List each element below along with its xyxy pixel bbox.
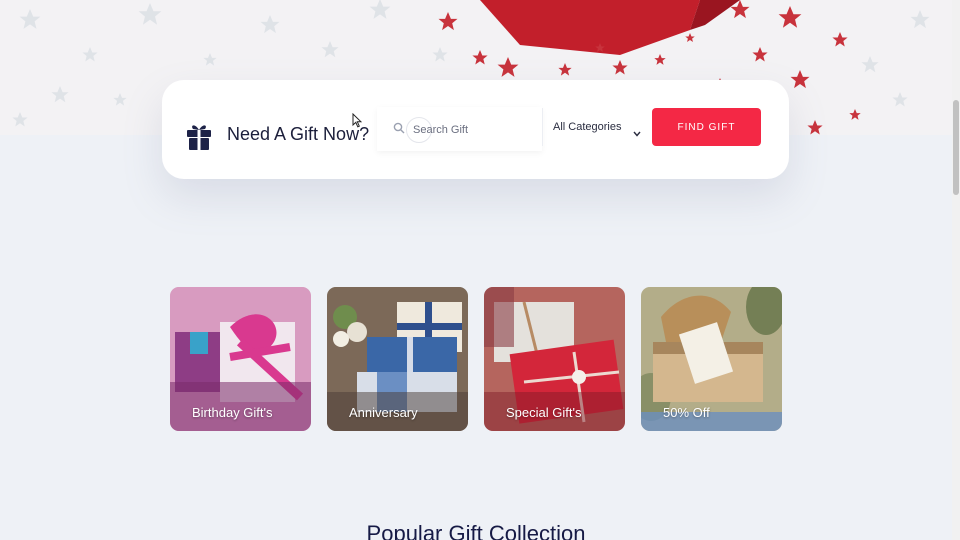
category-select[interactable]: All Categories (547, 107, 647, 149)
category-tile-birthday[interactable]: Birthday Gift's (170, 287, 311, 431)
scrollbar-thumb[interactable] (953, 100, 959, 195)
search-icon (393, 121, 405, 134)
find-gift-button[interactable]: FIND GIFT (652, 108, 761, 146)
mouse-cursor-icon (352, 112, 363, 128)
chevron-down-icon (633, 124, 641, 137)
category-tile-special[interactable]: Special Gift's (484, 287, 625, 431)
gift-icon (185, 121, 213, 151)
tile-label: 50% Off (663, 405, 710, 420)
tile-label: Special Gift's (506, 405, 582, 420)
search-heading: Need A Gift Now? (227, 124, 370, 144)
tile-label: Birthday Gift's (192, 405, 273, 420)
category-select-value: All Categories (553, 121, 622, 133)
scrollbar[interactable] (952, 0, 960, 540)
category-tile-anniversary[interactable]: Anniversary (327, 287, 468, 431)
search-input[interactable] (411, 119, 535, 141)
divider (542, 108, 543, 146)
section-title: Popular Gift Collection (366, 521, 586, 540)
category-tile-sale[interactable]: 50% Off (641, 287, 782, 431)
page: Need A Gift Now? All Categories FIND GIF… (0, 0, 960, 540)
search-field[interactable] (377, 107, 542, 151)
gift-search-card: Need A Gift Now? All Categories FIND GIF… (162, 80, 789, 179)
tile-label: Anniversary (349, 405, 418, 420)
